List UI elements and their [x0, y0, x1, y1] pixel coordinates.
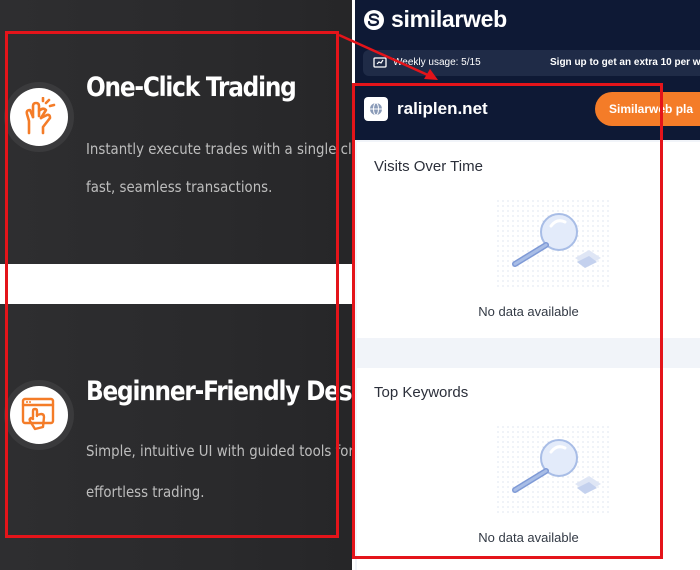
- signup-link[interactable]: Sign up to get an extra 10 per w: [550, 57, 700, 68]
- annotation-box-promo: [5, 31, 339, 538]
- weekly-usage-bar: Weekly usage: 5/15 Sign up to get an ext…: [363, 50, 700, 76]
- annotation-box-extension: [352, 83, 663, 559]
- weekly-usage-text: Weekly usage: 5/15: [393, 57, 481, 68]
- similarweb-logo: similarweb: [363, 6, 507, 33]
- brand-name: similarweb: [391, 6, 507, 32]
- usage-chart-icon: [373, 57, 387, 68]
- similarweb-logo-icon: [364, 9, 384, 30]
